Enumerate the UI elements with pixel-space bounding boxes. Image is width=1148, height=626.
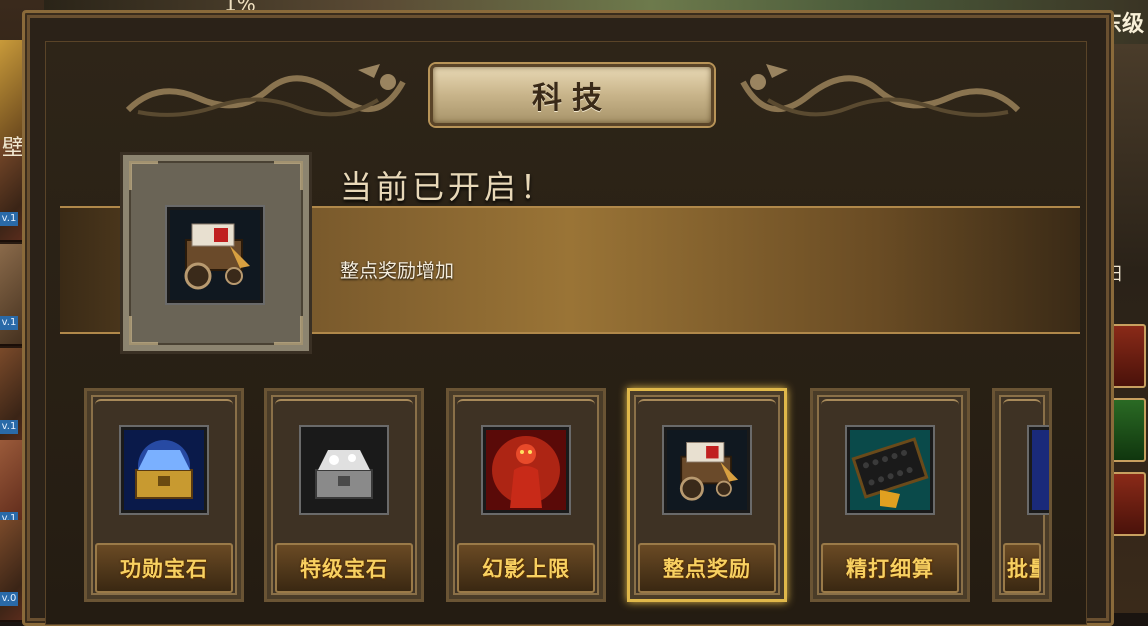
left-text-fragment: 壁: [2, 136, 25, 161]
dragon-ornament-icon: [740, 64, 1021, 117]
dialog-title: 科技: [532, 81, 612, 116]
tech-status-text: 当前已开启！: [340, 168, 557, 206]
abacus-icon: [847, 427, 933, 513]
blue-item-icon: [1029, 427, 1049, 513]
tech-slot-partial[interactable]: 批量: [992, 388, 1052, 602]
silver-gem-chest-icon: [301, 427, 387, 513]
tech-description: 整点奖励增加: [340, 260, 455, 282]
hero-level-label: v.1: [0, 212, 18, 226]
tech-slot-label: 精打细算: [821, 543, 959, 593]
tech-slot-label: 功勋宝石: [95, 543, 233, 593]
tech-slot[interactable]: 功勋宝石: [84, 388, 244, 602]
cart-treasure-icon: [664, 427, 750, 513]
tech-slot-label: 幻影上限: [457, 543, 595, 593]
blue-gem-chest-icon: [121, 427, 207, 513]
red-phantom-icon: [483, 427, 569, 513]
tech-slot[interactable]: 精打细算: [810, 388, 970, 602]
hero-level-label: v.0: [0, 592, 18, 606]
tech-slot-label: 批量: [1003, 543, 1041, 593]
tech-slot[interactable]: 幻影上限: [446, 388, 606, 602]
cart-treasure-icon: [167, 207, 263, 303]
tech-slot-selected[interactable]: 整点奖励: [627, 388, 787, 602]
dialog-title-plaque: 科技: [430, 64, 714, 126]
hero-level-label: v.1: [0, 420, 18, 434]
tech-slot-label: 整点奖励: [638, 543, 776, 593]
dragon-ornament-icon: [125, 64, 406, 117]
detail-icon-frame: [120, 152, 312, 354]
hero-level-label: v.1: [0, 316, 18, 330]
tech-slot-label: 特级宝石: [275, 543, 413, 593]
tech-slot[interactable]: 特级宝石: [264, 388, 424, 602]
